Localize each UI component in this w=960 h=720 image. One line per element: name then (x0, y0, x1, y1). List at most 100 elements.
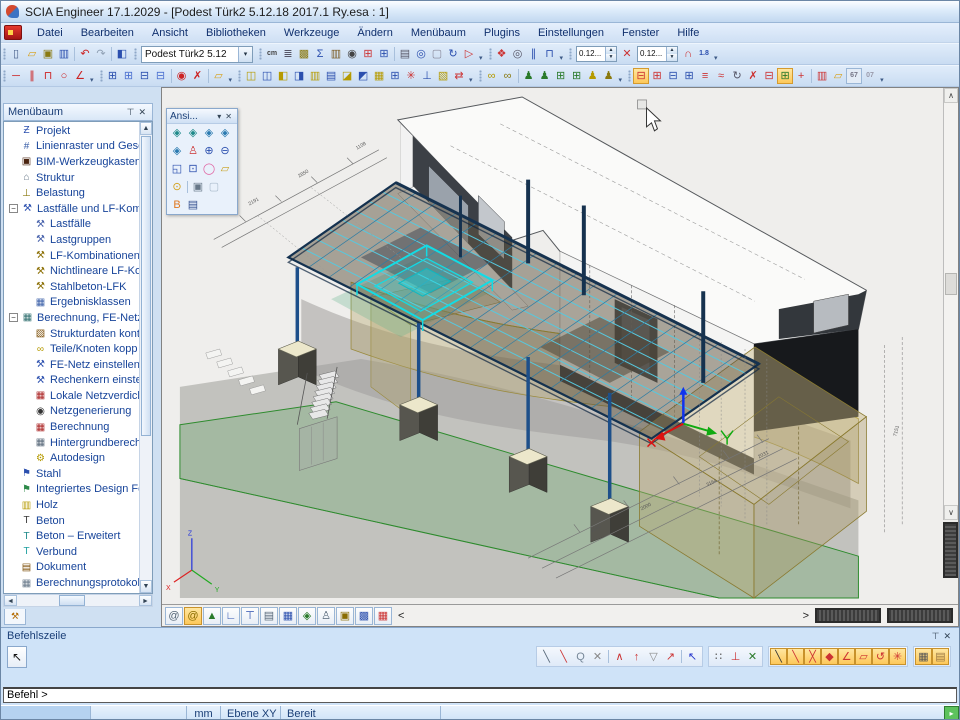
view-palette-header[interactable]: Ansi... ▾ ✕ (167, 109, 237, 124)
results-setup-button[interactable]: ⊞ (376, 46, 392, 62)
cross-link-scale-button[interactable]: ✕ (619, 46, 635, 62)
title-bar[interactable]: SCIA Engineer 17.1.2029 - [Podest Türk2 … (1, 1, 959, 23)
scroll-left-chevron[interactable]: < (393, 610, 409, 622)
model-viewport[interactable]: 21912850110811502000316420317151 Z X Y (161, 87, 959, 627)
zoom-document-button[interactable]: ◎ (510, 46, 526, 62)
zoom-selection-button[interactable]: ◯ (201, 161, 217, 177)
snap-curve-button[interactable]: ↺ (872, 648, 889, 665)
sum-values-button[interactable]: Σ (312, 46, 328, 62)
toolbar-overflow-button[interactable]: ▾ (479, 54, 483, 62)
view-07-button[interactable]: 07 (862, 68, 878, 84)
beam-button[interactable]: ◫ (243, 68, 259, 84)
close-icon[interactable]: ✕ (941, 631, 953, 642)
picture-to-gallery-button[interactable]: ▣ (190, 179, 206, 195)
view-axo-2-button[interactable]: ◈ (185, 125, 201, 141)
menu-bearbeiten[interactable]: Bearbeiten (72, 25, 143, 41)
wall-button[interactable]: ◨ (291, 68, 307, 84)
numbering-display-button[interactable]: ⊟ (761, 68, 777, 84)
axes-display-button[interactable]: ▲ (203, 607, 221, 625)
tree-item-lastgruppen[interactable]: ⚒Lastgruppen (4, 232, 139, 248)
viewport-zoom-bar-1[interactable] (815, 608, 881, 623)
tree-item-hintergrundberechnung[interactable]: ▦Hintergrundberech (4, 435, 139, 451)
light-bulb-button[interactable]: ⊙ (169, 179, 185, 195)
tree-horizontal-scrollbar[interactable]: ◄ ► (3, 594, 153, 607)
tree-item-beton[interactable]: TBeton (4, 513, 139, 529)
calculation-button[interactable]: ⊞ (360, 46, 376, 62)
truss-button[interactable]: ⊞ (387, 68, 403, 84)
snap-line-button[interactable]: ╲ (538, 648, 555, 665)
menu-plugins[interactable]: Plugins (475, 25, 529, 41)
loads-display-button[interactable]: ⊞ (681, 68, 697, 84)
tree-item-verbund[interactable]: TVerbund (4, 544, 139, 560)
haunch-button[interactable]: ◪ (339, 68, 355, 84)
import-folder-button[interactable]: ▱ (211, 68, 227, 84)
snap-orthogonal-point-button[interactable]: ◆ (821, 648, 838, 665)
view-axo-1-button[interactable]: ◈ (169, 125, 185, 141)
rib-button[interactable]: ▤ (323, 68, 339, 84)
tree-hscroll-thumb[interactable] (59, 595, 85, 606)
new-project-button[interactable]: ▯ (8, 46, 24, 62)
clip-plane-button[interactable]: @ (165, 607, 183, 625)
menu-menübaum[interactable]: Menübaum (402, 25, 475, 41)
scroll-up-icon[interactable]: ∧ (944, 88, 958, 103)
parallel-lines-button[interactable]: ∥ (24, 68, 40, 84)
scroll-down-icon[interactable]: ▼ (140, 580, 152, 593)
units-button[interactable]: cm (264, 46, 280, 62)
toolbar-overflow-button[interactable]: ▾ (880, 76, 884, 84)
tree-item-bim-werkzeugkasten[interactable]: ▣BIM-Werkzeugkasten (4, 154, 139, 170)
scia-logo-icon[interactable] (4, 25, 22, 40)
mesh-setup-button[interactable]: ◉ (344, 46, 360, 62)
command-panel-header[interactable]: Befehlszeile ⊤ ✕ (1, 628, 959, 644)
weld-button[interactable]: ◉ (174, 68, 190, 84)
picture-disabled-button[interactable]: ▢ (206, 179, 222, 195)
workspace-layout-button[interactable]: ◧ (114, 46, 130, 62)
circle-button[interactable]: ○ (56, 68, 72, 84)
status-run-button[interactable]: ▸ (944, 706, 959, 720)
snap-midpoint-button[interactable]: ╲ (787, 648, 804, 665)
close-icon[interactable]: ✕ (136, 107, 148, 118)
chevron-down-icon[interactable]: ▾ (215, 112, 223, 121)
opening-button[interactable]: ▥ (307, 68, 323, 84)
move-button[interactable]: ⊟ (137, 68, 153, 84)
menu-ansicht[interactable]: Ansicht (143, 25, 197, 41)
center-view-button[interactable]: + (793, 68, 809, 84)
view-top-button[interactable]: ◈ (169, 143, 185, 159)
picture-gallery-button[interactable]: ▩ (296, 46, 312, 62)
scroll-up-icon[interactable]: ▲ (140, 122, 152, 135)
snap-tangent-button[interactable]: ∠ (838, 648, 855, 665)
pin-icon[interactable]: ⊤ (930, 631, 942, 642)
walk-through-button[interactable]: ♙ (317, 607, 335, 625)
hide-elements-button[interactable]: ✗ (745, 68, 761, 84)
tree-item-lf-kombinationen[interactable]: ⚒LF-Kombinationen (4, 248, 139, 264)
render-display-button[interactable]: ⊞ (649, 68, 665, 84)
section-display-button[interactable]: ⊟ (633, 68, 649, 84)
rotate-button[interactable]: ⊟ (153, 68, 169, 84)
table-input-button[interactable]: ▤ (932, 648, 949, 665)
binoculars-all-button[interactable]: ∞ (500, 68, 516, 84)
copy-button[interactable]: ⊞ (105, 68, 121, 84)
tree-item-strukturdaten[interactable]: ▧Strukturdaten kont (4, 326, 139, 342)
scale-ratio-button[interactable]: 1.8 (696, 46, 712, 62)
tree-item-linienraster[interactable]: #Linienraster und Gesc (4, 139, 139, 155)
tree-scrollbar-thumb[interactable] (141, 136, 151, 436)
tree-item-autodesign[interactable]: ⚙Autodesign (4, 450, 139, 466)
refresh-view-button[interactable]: ↻ (729, 68, 745, 84)
tree-item-belastung[interactable]: ⊥Belastung (4, 185, 139, 201)
line-button[interactable]: ─ (8, 68, 24, 84)
tree-item-stahlbeton-lfk[interactable]: ⚒Stahlbeton-LFK (4, 279, 139, 295)
named-cut-button[interactable]: ⊤ (241, 607, 259, 625)
render-mode-button[interactable]: ▦ (279, 607, 297, 625)
print-button[interactable]: ▤ (397, 46, 413, 62)
close-icon[interactable]: ✕ (223, 112, 234, 121)
toolbar-overflow-button[interactable]: ▾ (714, 54, 718, 62)
calculator-button[interactable]: ▦ (915, 648, 932, 665)
engineering-report-button[interactable]: ▷ (461, 46, 477, 62)
snap-up-button[interactable]: ↑ (628, 648, 645, 665)
plate-button[interactable]: ◧ (275, 68, 291, 84)
menu-tree-header[interactable]: Menübaum ⊤ ✕ (3, 103, 153, 121)
load-display-button[interactable]: ∟ (222, 607, 240, 625)
table-results-button[interactable]: ∥ (526, 46, 542, 62)
view-palette[interactable]: Ansi... ▾ ✕ ◈◈◈◈◈♙⊕⊖◱⊡◯▱⊙▣▢B▤ (166, 108, 238, 215)
project-selector[interactable]: Podest Türk2 5.12▾ (141, 46, 253, 63)
send-back-button[interactable]: ♟ (537, 68, 553, 84)
